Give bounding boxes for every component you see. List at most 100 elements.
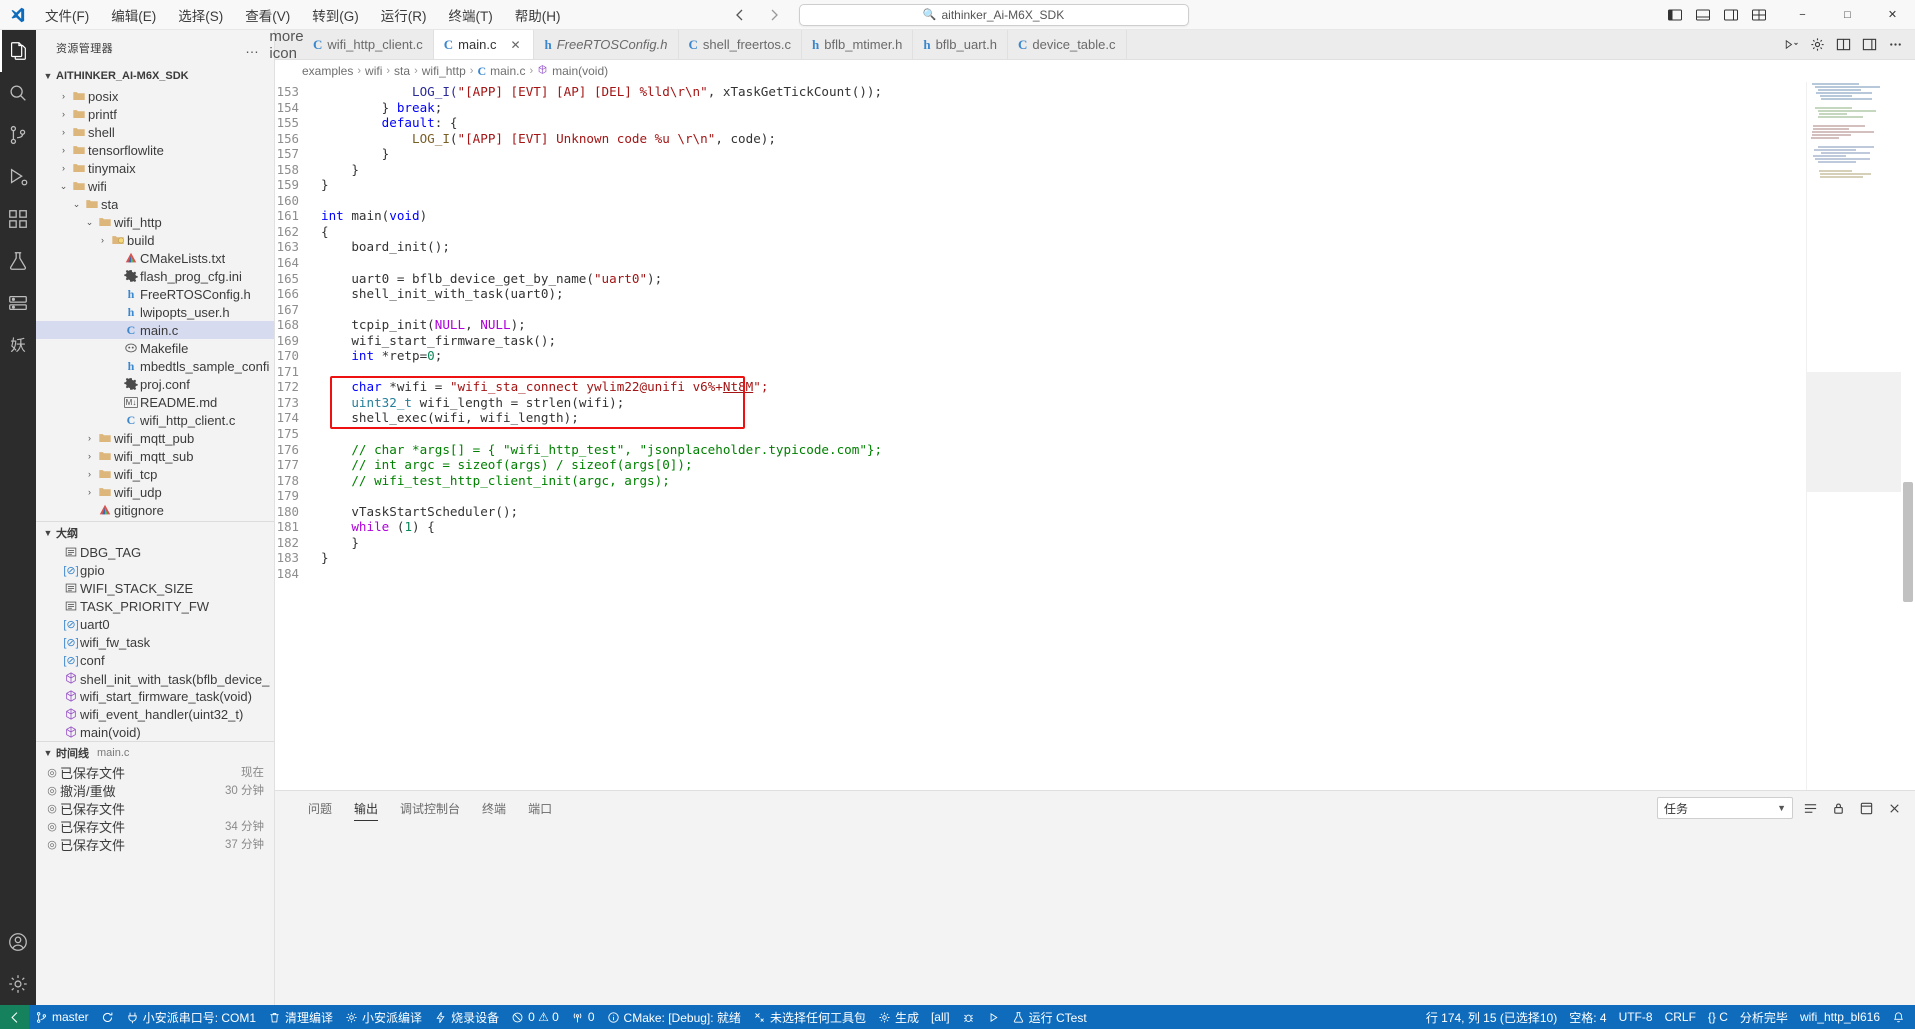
- toggle-panel-icon[interactable]: [1690, 3, 1716, 27]
- status-cmake-status[interactable]: CMake: [Debug]: 就绪: [601, 1005, 747, 1029]
- accounts-button[interactable]: [0, 921, 36, 963]
- tree-row-posix[interactable]: › posix: [36, 87, 274, 105]
- outline-item-conf[interactable]: [⊘] conf: [36, 651, 274, 669]
- panel-tab-终端[interactable]: 终端: [471, 791, 517, 825]
- toggle-secondary-sidebar-icon[interactable]: [1718, 3, 1744, 27]
- menu-go[interactable]: 转到(G): [301, 2, 370, 28]
- breadcrumb-item[interactable]: main.c: [490, 64, 525, 78]
- status-cmake-build[interactable]: 生成: [872, 1005, 925, 1029]
- tree-row-main-c[interactable]: Cmain.c: [36, 321, 274, 339]
- close-panel-icon[interactable]: [1883, 797, 1905, 819]
- tree-row-wifi-mqtt-pub[interactable]: › wifi_mqtt_pub: [36, 429, 274, 447]
- tree-row-wifi-http[interactable]: ⌄ wifi_http: [36, 213, 274, 231]
- status-cmake-kit[interactable]: 未选择任何工具包: [747, 1005, 872, 1029]
- status-ports[interactable]: 0: [565, 1005, 601, 1029]
- editor-tab-wifi-http-client-c[interactable]: Cwifi_http_client.c: [303, 30, 434, 59]
- sidebar-item-run-and-debug[interactable]: [0, 156, 36, 198]
- remote-indicator-icon[interactable]: [0, 1005, 29, 1029]
- timeline-item[interactable]: ◎ 已保存文件 现在: [36, 763, 274, 781]
- outline-header[interactable]: ▼ 大纲: [36, 521, 274, 543]
- outline-item-gpio[interactable]: [⊘] gpio: [36, 561, 274, 579]
- breadcrumb-item[interactable]: sta: [394, 64, 410, 78]
- status-cmake-debug[interactable]: [956, 1005, 981, 1029]
- outline-item-dbg-tag[interactable]: DBG_TAG: [36, 543, 274, 561]
- menu-selection[interactable]: 选择(S): [167, 2, 234, 28]
- timeline-item[interactable]: ◎ 已保存文件 37 分钟: [36, 835, 274, 853]
- tree-row-wifi-mqtt-sub[interactable]: › wifi_mqtt_sub: [36, 447, 274, 465]
- editor-vertical-scrollbar[interactable]: [1901, 82, 1915, 790]
- status-cmake-launch[interactable]: [981, 1005, 1006, 1029]
- minimap[interactable]: [1806, 82, 1901, 790]
- tree-row-wifi-tcp[interactable]: › wifi_tcp: [36, 465, 274, 483]
- status-indentation[interactable]: 空格: 4: [1563, 1005, 1612, 1029]
- outline-item-main-void-[interactable]: main(void): [36, 723, 274, 741]
- split-editor-icon[interactable]: [1831, 33, 1855, 57]
- window-maximize-button[interactable]: □: [1825, 0, 1870, 30]
- sidebar-item-remote-explorer[interactable]: [0, 282, 36, 324]
- tree-row-makefile[interactable]: Makefile: [36, 339, 274, 357]
- editor-tab-device-table-c[interactable]: Cdevice_table.c: [1008, 30, 1127, 59]
- panel-tab-端口[interactable]: 端口: [517, 791, 563, 825]
- code-editor[interactable]: 153 LOG_I("[APP] [EVT] [AP] [DEL] %lld\r…: [275, 82, 1915, 790]
- sidebar-item-source-control[interactable]: [0, 114, 36, 156]
- command-center[interactable]: 🔍 aithinker_Ai-M6X_SDK: [799, 4, 1189, 26]
- tree-row-wifi-http-client-c[interactable]: Cwifi_http_client.c: [36, 411, 274, 429]
- outline-item-wifi-stack-size[interactable]: WIFI_STACK_SIZE: [36, 579, 274, 597]
- status-language-mode[interactable]: {} C: [1702, 1005, 1734, 1029]
- outline-item-wifi-fw-task[interactable]: [⊘] wifi_fw_task: [36, 633, 274, 651]
- tree-row-printf[interactable]: › printf: [36, 105, 274, 123]
- status-sync[interactable]: [95, 1005, 120, 1029]
- editor-tab-shell-freertos-c[interactable]: Cshell_freertos.c: [679, 30, 803, 59]
- project-root-header[interactable]: ▼ AITHINKER_AI-M6X_SDK: [36, 65, 274, 87]
- menu-view[interactable]: 查看(V): [234, 2, 301, 28]
- status-analysis-status[interactable]: 分析完毕: [1734, 1005, 1794, 1029]
- toggle-layout-icon[interactable]: [1857, 33, 1881, 57]
- customize-layout-icon[interactable]: [1746, 3, 1772, 27]
- tree-row-build[interactable]: › build: [36, 231, 274, 249]
- tree-row-shell[interactable]: › shell: [36, 123, 274, 141]
- tree-row-wifi-udp[interactable]: › wifi_udp: [36, 483, 274, 501]
- status-build[interactable]: 小安派编译: [339, 1005, 428, 1029]
- status-serial-port[interactable]: 小安派串口号: COM1: [120, 1005, 262, 1029]
- manage-settings-button[interactable]: [0, 963, 36, 1005]
- run-chevron-icon[interactable]: [1779, 33, 1803, 57]
- editor-more-actions-icon[interactable]: [1883, 33, 1907, 57]
- menu-run[interactable]: 运行(R): [370, 2, 438, 28]
- outline-item-uart0[interactable]: [⊘] uart0: [36, 615, 274, 633]
- editor-tab-bflb-mtimer-h[interactable]: h bflb_mtimer.h: [802, 30, 913, 59]
- editor-tab-main-c[interactable]: Cmain.c ✕: [434, 30, 535, 59]
- status-build-target[interactable]: [all]: [925, 1005, 956, 1029]
- tree-row-proj-conf[interactable]: proj.conf: [36, 375, 274, 393]
- timeline-item[interactable]: ◎ 已保存文件: [36, 799, 274, 817]
- tab-close-icon[interactable]: ✕: [507, 37, 523, 53]
- editor-tab-freertosconfig-h[interactable]: h FreeRTOSConfig.h: [534, 30, 678, 59]
- tree-row-flash-prog-cfg-ini[interactable]: flash_prog_cfg.ini: [36, 267, 274, 285]
- sidebar-item-custom-extension[interactable]: 妖: [0, 324, 36, 366]
- scrollbar-thumb[interactable]: [1903, 482, 1913, 602]
- navigate-back-button[interactable]: [727, 3, 753, 27]
- editor-tab-bflb-uart-h[interactable]: h bflb_uart.h: [913, 30, 1008, 59]
- open-new-window-icon[interactable]: [1855, 797, 1877, 819]
- status-run-ctest[interactable]: 运行 CTest: [1006, 1005, 1093, 1029]
- breadcrumb-item[interactable]: examples: [302, 64, 353, 78]
- menu-edit[interactable]: 编辑(E): [100, 2, 167, 28]
- window-close-button[interactable]: ✕: [1870, 0, 1915, 30]
- tree-row-readme-md[interactable]: M↓ README.md: [36, 393, 274, 411]
- lock-scroll-icon[interactable]: [1827, 797, 1849, 819]
- menu-file[interactable]: 文件(F): [34, 2, 100, 28]
- menu-help[interactable]: 帮助(H): [504, 2, 572, 28]
- tree-row-sta[interactable]: ⌄ sta: [36, 195, 274, 213]
- breadcrumb-item[interactable]: main(void): [552, 64, 608, 78]
- editor-settings-gear-icon[interactable]: [1805, 33, 1829, 57]
- tree-row-freertosconfig-h[interactable]: h FreeRTOSConfig.h: [36, 285, 274, 303]
- tree-row-lwipopts-user-h[interactable]: h lwipopts_user.h: [36, 303, 274, 321]
- sidebar-item-extensions[interactable]: [0, 198, 36, 240]
- outline-item-wifi-event-handler-uint32-t-[interactable]: wifi_event_handler(uint32_t): [36, 705, 274, 723]
- tree-row-tensorflowlite[interactable]: › tensorflowlite: [36, 141, 274, 159]
- sidebar-more-actions-icon[interactable]: …: [239, 40, 266, 56]
- sidebar-item-search[interactable]: [0, 72, 36, 114]
- status-problems[interactable]: 0 ⚠ 0: [505, 1005, 565, 1029]
- output-channel-select[interactable]: 任务 ▼: [1657, 797, 1793, 819]
- status-build-config[interactable]: wifi_http_bl616: [1794, 1005, 1886, 1029]
- tree-row-cmakelists-txt[interactable]: CMakeLists.txt: [36, 249, 274, 267]
